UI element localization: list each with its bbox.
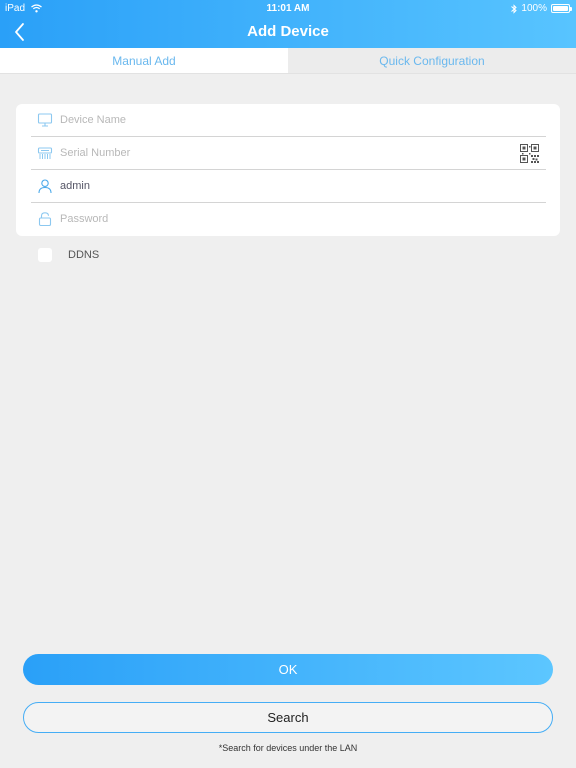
battery-percent: 100% [521,3,547,14]
device-icon [37,147,53,159]
username-row [31,170,546,203]
serial-number-row [31,137,546,170]
lock-icon [38,212,52,227]
bluetooth-icon [511,3,518,14]
ddns-label: DDNS [68,249,100,261]
ddns-option: DDNS [38,246,99,264]
username-input[interactable] [60,176,500,196]
monitor-icon [37,113,53,127]
qr-code-icon[interactable] [520,144,539,163]
ok-button[interactable]: OK [23,654,553,685]
password-row [31,203,546,236]
tab-quick-configuration[interactable]: Quick Configuration [288,48,576,74]
serial-number-input[interactable] [60,143,500,163]
device-name-input[interactable] [60,110,500,130]
search-footnote: *Search for devices under the LAN [218,743,358,753]
ddns-checkbox[interactable] [38,248,52,262]
device-form-card [16,104,560,236]
user-icon [38,179,52,194]
device-name-row [31,104,546,137]
page-title: Add Device [247,23,329,40]
header-bar: iPad 11:01 AM 100% Add Device [0,0,576,48]
search-button[interactable]: Search [23,702,553,733]
status-bar: iPad 11:01 AM 100% [0,0,576,16]
battery-level-fill [553,6,568,11]
battery-icon [551,4,572,13]
tab-bar: Manual Add Quick Configuration [0,48,576,74]
status-time: 11:01 AM [266,3,310,14]
password-input[interactable] [60,209,500,229]
tab-manual-add[interactable]: Manual Add [0,48,288,74]
